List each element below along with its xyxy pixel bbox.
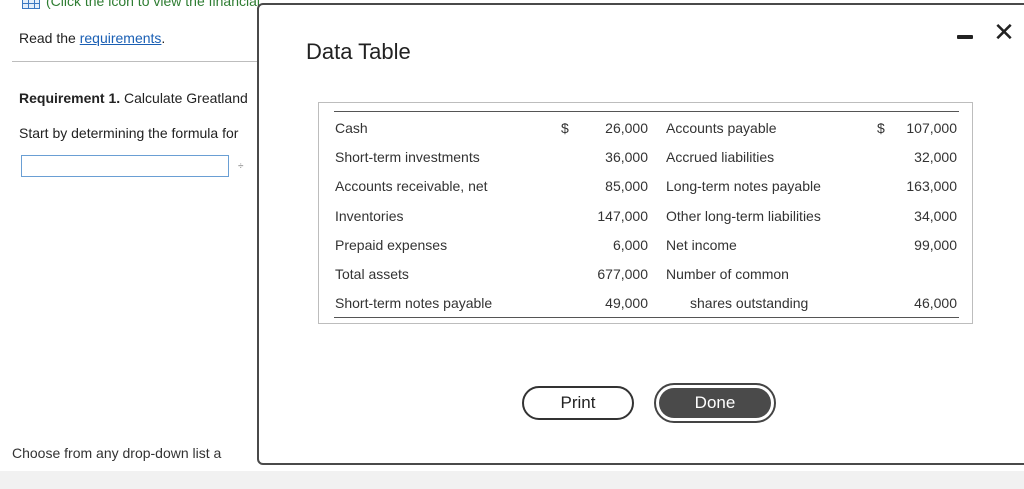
print-button[interactable]: Print bbox=[522, 386, 634, 420]
right-row-label: Net income bbox=[666, 237, 737, 253]
view-data-text[interactable]: (Click the icon to view the financial st… bbox=[46, 0, 260, 9]
instruction-text: Start by determining the formula for bbox=[19, 125, 239, 141]
right-row-value: 99,000 bbox=[914, 237, 957, 253]
left-row-label: Short-term notes payable bbox=[335, 295, 493, 311]
financial-data-table: Cash $26,000 Short-term investments 36,000 A… bbox=[318, 102, 973, 324]
right-row-label: Accrued liabilities bbox=[666, 149, 775, 165]
right-row-value: 46,000 bbox=[914, 295, 957, 311]
right-row-value: 107,000 bbox=[906, 120, 957, 136]
left-row-label: Total assets bbox=[335, 266, 409, 282]
right-row-value: 34,000 bbox=[914, 208, 957, 224]
requirement-heading: Requirement 1. Calculate Greatland bbox=[19, 90, 248, 106]
read-requirements-line: Read the requirements. bbox=[19, 30, 165, 46]
left-row-value: 677,000 bbox=[597, 266, 648, 282]
right-row-label: Long-term notes payable bbox=[666, 178, 821, 194]
left-row-value: 6,000 bbox=[612, 237, 648, 253]
right-row-value: 32,000 bbox=[914, 149, 957, 165]
divide-sign: ÷ bbox=[238, 161, 244, 172]
bottom-bar bbox=[0, 471, 1024, 489]
right-row-value: 163,000 bbox=[906, 178, 957, 194]
left-row-value: 147,000 bbox=[597, 208, 648, 224]
left-row-label: Accounts receivable, net bbox=[335, 178, 488, 194]
left-dollar-sign: $ bbox=[561, 120, 569, 136]
left-row-label: Inventories bbox=[335, 208, 404, 224]
table-top-rule bbox=[334, 111, 959, 112]
left-row-value: 85,000 bbox=[605, 178, 648, 194]
left-row-value: 49,000 bbox=[605, 295, 648, 311]
right-row-label: Accounts payable bbox=[666, 120, 777, 136]
left-row-label: Short-term investments bbox=[335, 149, 480, 165]
right-row-label: Other long-term liabilities bbox=[666, 208, 821, 224]
data-table-dialog: Data Table ✕ Cash $26,000 Short-term inves… bbox=[257, 3, 1024, 465]
left-row-label: Cash bbox=[335, 120, 368, 136]
minimize-icon[interactable] bbox=[957, 25, 973, 43]
left-row-value: 36,000 bbox=[605, 149, 648, 165]
dialog-title: Data Table bbox=[306, 39, 411, 64]
done-button-label[interactable]: Done bbox=[659, 388, 771, 418]
requirement-number: Requirement 1. bbox=[19, 90, 121, 106]
right-dollar-sign: $ bbox=[877, 120, 885, 136]
left-row-label: Prepaid expenses bbox=[335, 237, 448, 253]
footer-hint: Choose from any drop-down list a bbox=[12, 445, 222, 461]
left-row-value: 26,000 bbox=[605, 120, 648, 136]
view-data-link[interactable]: (Click the icon to view the financial st… bbox=[22, 0, 260, 9]
right-row-label: shares outstanding bbox=[690, 295, 809, 311]
requirements-link[interactable]: requirements bbox=[80, 30, 162, 46]
right-row-label: Number of common bbox=[666, 266, 789, 282]
read-prefix: Read the bbox=[19, 30, 80, 46]
requirement-text: Calculate Greatland bbox=[120, 90, 248, 106]
done-button[interactable]: Done bbox=[654, 383, 776, 423]
read-suffix: . bbox=[161, 30, 166, 46]
divider bbox=[12, 61, 262, 62]
close-icon[interactable]: ✕ bbox=[993, 19, 1015, 45]
top-link-strip: (Click the icon to view the financial st… bbox=[0, 0, 260, 12]
table-icon[interactable] bbox=[22, 0, 40, 9]
numerator-input[interactable] bbox=[21, 155, 229, 177]
table-bottom-rule bbox=[334, 317, 959, 318]
